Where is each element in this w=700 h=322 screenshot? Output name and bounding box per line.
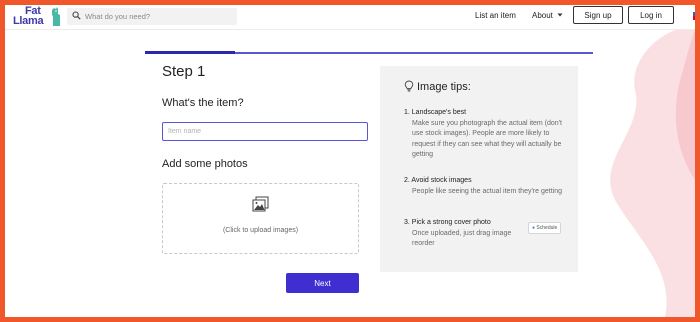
about-label: About: [532, 11, 553, 20]
tip-body: People like seeing the actual item they'…: [412, 187, 562, 195]
list-an-item-link[interactable]: List an item: [475, 10, 516, 22]
tip-item: 3. Pick a strong cover photo Once upload…: [404, 218, 534, 250]
next-button[interactable]: Next: [286, 273, 359, 293]
item-name-input[interactable]: [162, 122, 368, 141]
photo-upload-dropzone[interactable]: (Click to upload images): [162, 183, 359, 254]
image-gallery-icon: [252, 196, 269, 212]
tip-item: 1. Landscape's best Make sure you photog…: [404, 108, 564, 161]
llama-icon: [52, 7, 60, 26]
upload-instruction: (Click to upload images): [222, 227, 299, 234]
search-input[interactable]: [85, 9, 233, 23]
language-flag-icon[interactable]: [693, 12, 695, 20]
tip-body: Make sure you photograph the actual item…: [412, 119, 562, 159]
sign-up-button[interactable]: Sign up: [573, 6, 623, 24]
schedule-badge[interactable]: ● Schedule: [528, 222, 562, 234]
tip-heading: 2. Avoid stock images: [404, 177, 472, 184]
tip-heading: 1. Landscape's best: [404, 109, 467, 116]
log-in-button[interactable]: Log in: [628, 6, 674, 24]
search-bar[interactable]: [67, 8, 237, 25]
app-window: Fat Llama List an item About Sign up Log…: [5, 5, 695, 317]
tip-item: 2. Avoid stock images People like seeing…: [404, 176, 564, 197]
lightbulb-icon: [404, 80, 414, 92]
progress-fill: [145, 51, 235, 54]
tip-heading: 3. Pick a strong cover photo: [404, 219, 491, 226]
tips-title: Image tips:: [417, 81, 471, 93]
search-icon: [72, 11, 81, 20]
chevron-down-icon: [557, 13, 563, 17]
top-navigation-bar: Fat Llama List an item About Sign up Log…: [5, 5, 695, 30]
fat-llama-logo[interactable]: Fat Llama: [9, 6, 67, 28]
step-title: Step 1: [162, 63, 206, 80]
schedule-label: Schedule: [536, 225, 558, 231]
tip-body: Once uploaded, just drag image reorder: [412, 229, 512, 248]
image-tips-panel: Image tips: 1. Landscape's best Make sur…: [380, 66, 578, 272]
schedule-icon: ●: [532, 225, 536, 231]
logo-text-bottom: Llama: [13, 15, 44, 27]
item-question-label: What's the item?: [162, 97, 244, 109]
photos-heading: Add some photos: [162, 158, 248, 170]
about-menu[interactable]: About: [532, 10, 563, 22]
